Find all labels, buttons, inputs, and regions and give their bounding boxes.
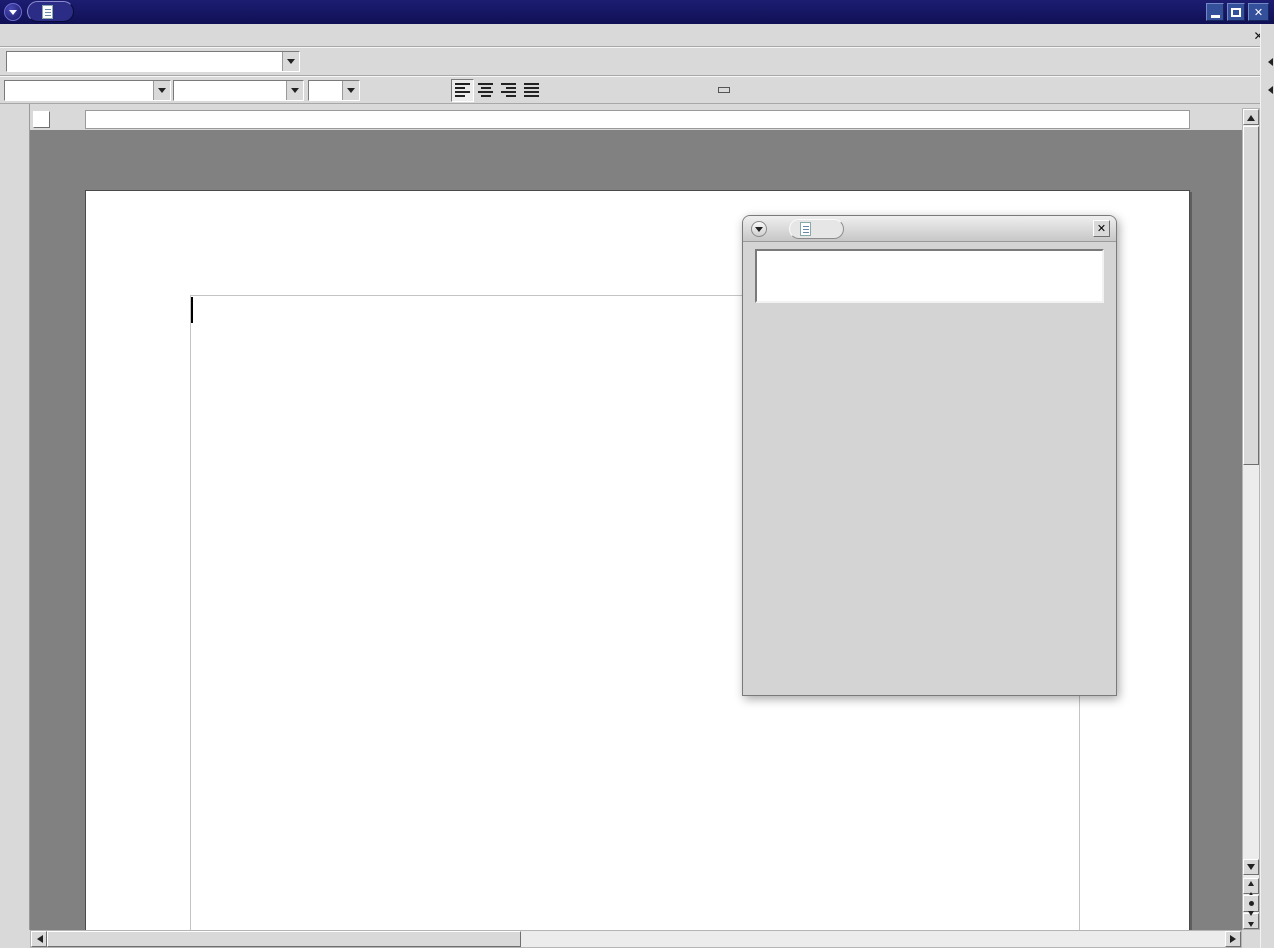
scroll-up-button[interactable]: [1243, 109, 1259, 125]
highlighting-button[interactable]: [684, 79, 707, 102]
toolbar-overflow-icon[interactable]: [1264, 58, 1273, 66]
object-toolbar: [0, 76, 1262, 104]
main-toolbar: [0, 104, 30, 930]
scroll-right-button[interactable]: [1225, 931, 1241, 947]
numbered-list-button[interactable]: [553, 79, 576, 102]
chevron-down-icon: [287, 59, 295, 68]
window-menu-button[interactable]: [4, 3, 22, 21]
chevron-down-icon: [755, 227, 763, 236]
font-dropdown-button[interactable]: [286, 81, 303, 100]
bullet-list-button[interactable]: [576, 79, 599, 102]
decrease-indent-button[interactable]: [605, 79, 628, 102]
calculator-window: ✕: [742, 215, 1117, 696]
chevron-down-icon: [158, 88, 166, 97]
menubar: [0, 24, 1274, 47]
minimize-icon: [1211, 15, 1220, 18]
close-button[interactable]: ✕: [1248, 3, 1269, 21]
calculator-title-capsule: [789, 219, 844, 239]
arrow-up-icon: [1247, 111, 1255, 121]
navigation-button[interactable]: [1243, 895, 1259, 912]
arrow-right-icon: [1230, 935, 1240, 943]
bottom-left-corner: [0, 930, 30, 948]
font-name-combobox[interactable]: [173, 80, 304, 101]
text-caret: [191, 297, 193, 323]
chevron-down-icon: [347, 88, 355, 97]
scroll-down-button[interactable]: [1243, 859, 1259, 875]
vertical-scroll-thumb[interactable]: [1243, 126, 1259, 465]
align-center-icon: [478, 83, 493, 97]
maximize-icon: [1231, 8, 1241, 17]
window-controls: ✕: [1206, 3, 1269, 21]
bottom-right-corner: [1242, 930, 1260, 948]
url-dropdown-button[interactable]: [282, 52, 299, 71]
chevron-down-icon: [9, 10, 17, 19]
horizontal-ruler[interactable]: [85, 110, 1190, 129]
paragraph-style-combobox[interactable]: [4, 80, 171, 101]
double-chevron-up-icon: [1248, 876, 1254, 897]
style-dropdown-button[interactable]: [153, 81, 170, 100]
increase-indent-button[interactable]: [628, 79, 651, 102]
size-dropdown-button[interactable]: [342, 81, 359, 100]
double-chevron-down-icon: [1248, 911, 1254, 932]
font-color-button[interactable]: [661, 79, 684, 102]
calculator-window-menu-button[interactable]: [751, 221, 767, 237]
chevron-down-icon: [291, 88, 299, 97]
align-justify-icon: [524, 83, 539, 97]
underline-button[interactable]: [418, 79, 441, 102]
dot-icon: [1249, 901, 1254, 906]
paragraph-style-value[interactable]: [5, 81, 153, 100]
italic-button[interactable]: [395, 79, 418, 102]
calculator-titlebar[interactable]: ✕: [743, 216, 1116, 242]
font-size-value[interactable]: [309, 81, 342, 100]
addons-button[interactable]: [715, 87, 730, 93]
close-icon: ✕: [1254, 6, 1263, 19]
tab-type-selector[interactable]: [33, 111, 50, 128]
align-center-button[interactable]: [474, 79, 497, 102]
arrow-down-icon: [1247, 864, 1255, 874]
url-input[interactable]: [7, 52, 282, 71]
window-titlebar: ✕: [0, 0, 1274, 24]
addons-label: [718, 87, 730, 93]
calculator-icon: [800, 222, 811, 236]
align-left-button[interactable]: [451, 79, 474, 102]
screen: { "titlebar": { "title": "Unbenannt1 - O…: [0, 0, 1274, 948]
url-combobox[interactable]: [6, 51, 300, 72]
bold-button[interactable]: [372, 79, 395, 102]
scroll-left-button[interactable]: [31, 931, 47, 947]
align-left-icon: [455, 83, 470, 97]
calculator-display: [755, 249, 1104, 303]
align-right-button[interactable]: [497, 79, 520, 102]
horizontal-scroll-thumb[interactable]: [47, 931, 521, 947]
maximize-button[interactable]: [1227, 3, 1245, 21]
horizontal-scrollbar[interactable]: [30, 930, 1242, 948]
calculator-close-button[interactable]: ✕: [1093, 220, 1110, 237]
function-toolbar: [0, 47, 1262, 76]
align-right-icon: [501, 83, 516, 97]
font-name-value[interactable]: [174, 81, 286, 100]
toolbar-overflow-icon[interactable]: [1264, 86, 1273, 94]
align-justify-button[interactable]: [520, 79, 543, 102]
previous-page-button[interactable]: [1243, 878, 1259, 894]
minimize-button[interactable]: [1206, 3, 1224, 21]
vertical-scrollbar[interactable]: [1242, 108, 1260, 930]
window-title-capsule: [27, 1, 74, 22]
next-page-button[interactable]: [1243, 913, 1259, 929]
close-icon: ✕: [1097, 222, 1106, 235]
font-size-combobox[interactable]: [308, 80, 360, 101]
document-icon: [42, 5, 53, 19]
right-frame-strip: [1260, 24, 1274, 948]
arrow-left-icon: [33, 935, 43, 943]
